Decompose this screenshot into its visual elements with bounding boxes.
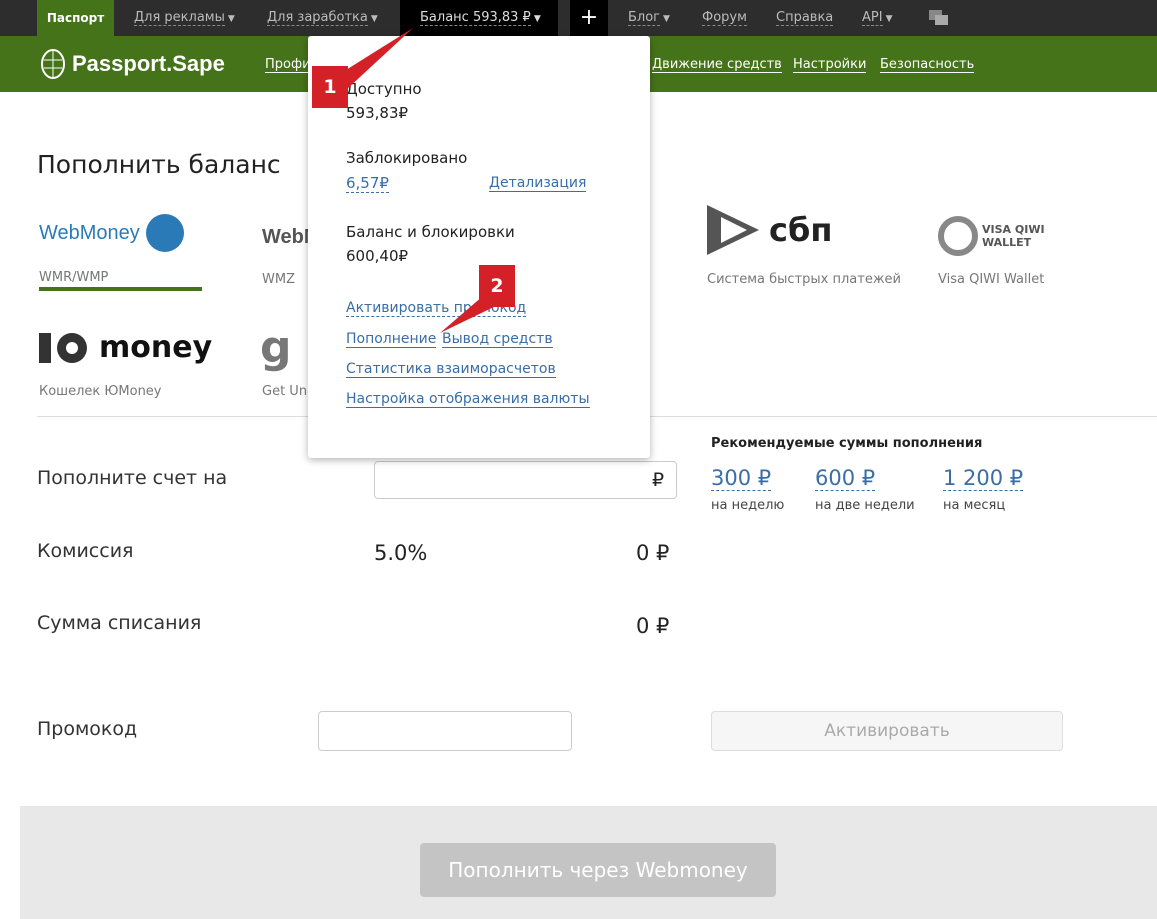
annotation-marker-1: 1 xyxy=(312,66,348,108)
annotation-arrows xyxy=(330,28,500,333)
annotation-marker-2: 2 xyxy=(479,265,515,307)
